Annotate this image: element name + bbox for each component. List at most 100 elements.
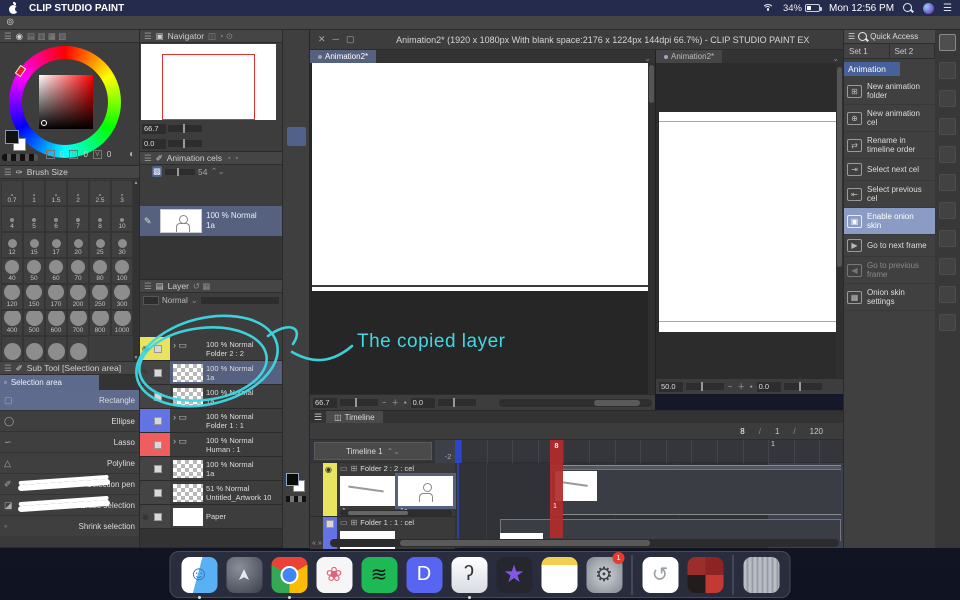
brush-size-cell[interactable]: 50 [23, 258, 45, 284]
start-frame[interactable]: 1 [775, 427, 779, 436]
wifi-icon[interactable] [762, 4, 774, 13]
eraser-tool[interactable] [287, 279, 306, 298]
expand-icon[interactable]: ⊞ [351, 464, 358, 473]
brush-size-cell[interactable]: 7 [67, 206, 89, 232]
brush-size-cell[interactable]: 70 [67, 258, 89, 284]
material-figure[interactable] [939, 314, 956, 331]
brush-tool[interactable] [287, 222, 306, 241]
visibility-eye-icon[interactable]: ◉ [142, 512, 152, 521]
dock-item[interactable] [632, 555, 633, 595]
tab-overflow-caret[interactable]: ⌄ [640, 54, 655, 63]
layer-thumbnail[interactable] [173, 364, 203, 382]
rotation-slider[interactable] [784, 383, 822, 390]
material-monochromatic[interactable] [939, 118, 956, 135]
search-materials[interactable] [939, 34, 956, 51]
layer-row[interactable]: 100 % NormalFolder 1 : 1 [140, 409, 282, 433]
quick-access-item[interactable]: ▣ Enable onion skin [844, 208, 935, 235]
text-tool[interactable] [287, 412, 306, 431]
cel-thumb-1[interactable]: 1 [340, 476, 395, 506]
menubar-clock[interactable]: Mon 12:56 PM [829, 3, 894, 14]
layer-thumbnail[interactable] [173, 460, 203, 478]
zoom-tool[interactable] [287, 51, 306, 70]
second-view-tab[interactable]: Animation2* [656, 50, 722, 63]
brush-size-cell[interactable]: 2 [67, 180, 89, 206]
brush-size-cell[interactable] [23, 336, 45, 362]
brush-size-cell[interactable]: 700 [67, 310, 89, 336]
sv-marker[interactable] [41, 120, 47, 126]
brush-size-cell[interactable]: 600 [45, 310, 67, 336]
visibility-eye-icon[interactable]: ✎ [142, 368, 152, 377]
panel-menu-icon[interactable]: ☰ [848, 32, 855, 41]
operation-tool[interactable] [287, 450, 306, 469]
dock-item[interactable] [733, 555, 734, 595]
fit-button[interactable]: ▪ [403, 398, 408, 407]
battery-indicator[interactable]: 34% [783, 3, 820, 14]
visibility-eye-icon[interactable]: ◉ [142, 344, 152, 353]
frame-ruler-label[interactable] [691, 440, 717, 463]
quick-access-item[interactable]: ⊕ New animation cel [844, 105, 935, 132]
navigator-rotate-value[interactable]: 0.0 [142, 139, 166, 149]
quick-access-set-tab[interactable]: Set 1 [844, 44, 890, 58]
layer-row[interactable]: 100 % NormalHuman : 1 [140, 433, 282, 457]
frame-ruler-label[interactable] [589, 440, 615, 463]
gradient-tool[interactable] [287, 336, 306, 355]
brush-size-cell[interactable]: 300 [111, 284, 133, 310]
canvas-page[interactable] [312, 63, 648, 291]
layer-gutter[interactable]: ✎ [140, 361, 170, 384]
frame-ruler-label[interactable] [666, 440, 692, 463]
panel-menu-icon[interactable]: ☰ [144, 31, 152, 42]
layer-row[interactable]: 100 % Normal1a [140, 457, 282, 481]
frame-ruler-label[interactable] [538, 440, 564, 463]
zoom-in-button[interactable]: ＋ [390, 397, 400, 408]
panel-menu-icon[interactable]: ☰ [144, 281, 152, 292]
finder[interactable]: ☺ [181, 555, 218, 595]
fit-button[interactable]: ▪ [749, 382, 754, 391]
quick-access-item[interactable]: ⇄ Rename in timeline order [844, 132, 935, 159]
timeline-ruler[interactable]: Timeline 1⌃⌄ -2 0 1 [310, 440, 843, 463]
layer-checkbox[interactable] [154, 417, 162, 425]
fill-tool[interactable] [287, 317, 306, 336]
notification-center-icon[interactable]: ☰ [943, 3, 952, 14]
timeline-cel-thumbnail[interactable] [555, 471, 597, 501]
photos[interactable]: ❀ [316, 555, 353, 595]
layer-gutter[interactable]: ◉ [140, 505, 170, 528]
siri-icon[interactable] [923, 3, 934, 14]
decoration-tool[interactable] [287, 260, 306, 279]
zoom-value[interactable]: 50.0 [659, 382, 683, 392]
layer-gutter[interactable] [140, 433, 170, 456]
brush-size-cell[interactable]: 4 [1, 206, 23, 232]
balloon-tool[interactable] [287, 431, 306, 450]
layer-extra-tabs[interactable]: ↺ ▦ [193, 281, 211, 292]
brush-size-cell[interactable]: 250 [89, 284, 111, 310]
visibility-eye-icon[interactable]: ◉ [325, 465, 332, 474]
color-slider-tab-icon[interactable]: ▤ ▥ ▦ ▧ [27, 31, 66, 42]
layer-checkbox[interactable] [154, 393, 162, 401]
panel-menu-icon[interactable]: ☰ [4, 363, 12, 374]
brush-size-cell[interactable]: 170 [45, 284, 67, 310]
layer-color-combo[interactable] [143, 296, 159, 305]
close-icon[interactable]: ✕ [318, 34, 326, 45]
quick-access-item[interactable]: ▦ Onion skin settings [844, 284, 935, 311]
system-preferences[interactable]: ⚙ 1 [586, 555, 623, 595]
material-camera[interactable] [939, 286, 956, 303]
brush-size-cell[interactable]: 2.5 [89, 180, 111, 206]
layer-checkbox[interactable] [154, 345, 162, 353]
frame-ruler-label[interactable] [717, 440, 743, 463]
brush-size-cell[interactable]: 150 [23, 284, 45, 310]
material-pose[interactable] [939, 230, 956, 247]
brush-size-cell[interactable]: 80 [89, 258, 111, 284]
airbrush-tool[interactable] [287, 241, 306, 260]
material-download[interactable] [939, 62, 956, 79]
other-tab-icons[interactable]: ◔ ◔ [226, 153, 239, 163]
layer-thumbnail[interactable] [173, 412, 203, 430]
blend-tool[interactable] [287, 298, 306, 317]
quick-access-item[interactable]: ⊞ New animation folder [844, 78, 935, 105]
frame-ruler-label[interactable] [461, 440, 487, 463]
brush-size-cell[interactable]: 8 [89, 206, 111, 232]
color-history-strip[interactable] [2, 154, 38, 161]
frame-ruler-label[interactable] [512, 440, 538, 463]
document-tab[interactable]: Animation2* [310, 50, 376, 63]
navigator-preview[interactable] [141, 44, 276, 120]
frame-ruler-label[interactable] [563, 440, 589, 463]
pencil-tool[interactable] [287, 203, 306, 222]
